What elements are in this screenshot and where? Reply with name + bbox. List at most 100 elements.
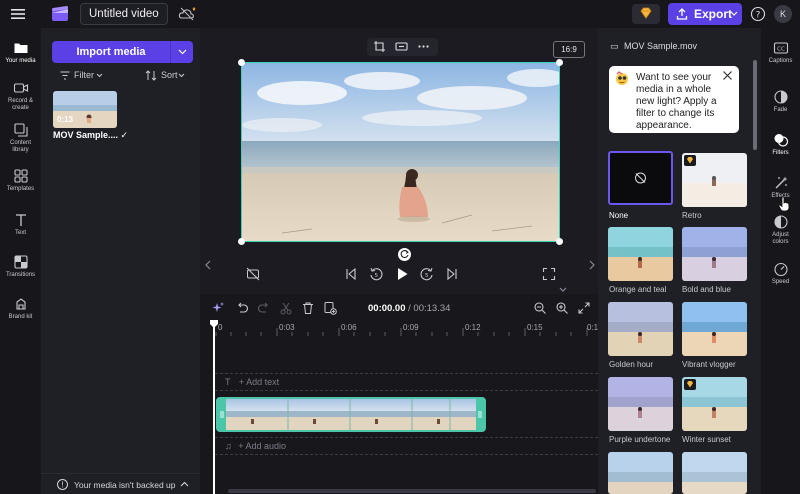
rail-content-library[interactable]: Content library xyxy=(0,122,41,154)
folder-icon xyxy=(13,40,29,56)
resize-handle-top-right[interactable] xyxy=(556,59,563,66)
play-icon[interactable] xyxy=(394,266,410,282)
svg-text:5: 5 xyxy=(375,273,379,279)
filter-card-orange-and-teal[interactable] xyxy=(608,227,673,281)
rail-your-media[interactable]: Your media xyxy=(0,40,41,65)
timeline-scrollbar[interactable] xyxy=(228,489,596,493)
svg-text:!: ! xyxy=(61,480,64,489)
filter-card-partial[interactable] xyxy=(682,452,747,494)
collapse-left-chevron-icon[interactable] xyxy=(203,256,213,274)
filter-label: Orange and teal xyxy=(609,285,667,294)
tool-fade[interactable]: Fade xyxy=(761,89,800,114)
svg-text:CC: CC xyxy=(777,47,785,53)
fade-icon xyxy=(773,89,789,105)
premium-diamond-icon xyxy=(684,379,696,390)
filter-card-winter-sunset[interactable] xyxy=(682,377,747,431)
playhead[interactable] xyxy=(213,320,215,494)
sort-button[interactable]: Sort xyxy=(145,69,191,83)
import-media-label: Import media xyxy=(76,46,146,58)
add-text-label: + Add text xyxy=(238,377,280,387)
rail-label: Brand kit xyxy=(8,314,33,320)
media-duration-badge: 0:13 xyxy=(57,115,74,124)
import-options-chevron-icon[interactable] xyxy=(170,41,193,63)
playback-controls: 5 5 xyxy=(240,264,560,284)
fullscreen-icon[interactable] xyxy=(542,267,556,281)
media-item-name[interactable]: MOV Sample.... ✓ xyxy=(53,130,133,141)
collapse-right-chevron-icon[interactable] xyxy=(587,256,597,274)
help-icon[interactable]: ? xyxy=(750,6,766,22)
no-captions-icon[interactable] xyxy=(246,267,260,281)
checkmark-icon: ✓ xyxy=(120,130,129,140)
rail-transitions[interactable]: Transitions xyxy=(0,254,41,279)
ruler-tick-label: 0:03 xyxy=(279,323,295,332)
rail-text[interactable]: Text xyxy=(0,212,41,237)
more-options-icon[interactable] xyxy=(417,40,430,53)
rotate-handle-icon[interactable] xyxy=(398,248,411,261)
tip-emoji-icon xyxy=(614,70,630,86)
tool-adjust-colors[interactable]: Adjust colors xyxy=(761,214,800,246)
export-button[interactable]: Export xyxy=(668,3,742,25)
resize-handle-bottom-left[interactable] xyxy=(238,238,245,245)
camera-icon xyxy=(13,80,29,96)
audio-track[interactable]: ♫ + Add audio xyxy=(215,437,598,455)
magic-sparkle-icon[interactable] xyxy=(211,301,225,315)
project-title-input[interactable]: Untitled video xyxy=(80,3,168,25)
tool-speed[interactable]: Speed xyxy=(761,261,800,286)
music-note-icon: ♫ xyxy=(225,441,232,451)
playhead-handle[interactable] xyxy=(209,319,219,329)
add-media-icon[interactable] xyxy=(323,301,337,315)
zoom-out-icon[interactable] xyxy=(533,301,547,315)
forward-5-icon[interactable]: 5 xyxy=(419,266,435,282)
properties-scrollbar[interactable] xyxy=(753,60,757,150)
resize-handle-top-left[interactable] xyxy=(238,59,245,66)
svg-text:5: 5 xyxy=(425,273,429,279)
hamburger-menu-icon[interactable] xyxy=(10,6,28,22)
filter-card-purple-undertone[interactable] xyxy=(608,377,673,431)
import-media-button[interactable]: Import media xyxy=(52,41,193,63)
tool-captions[interactable]: CC Captions xyxy=(761,40,800,65)
collapse-timeline-chevron-icon[interactable] xyxy=(556,285,570,294)
video-clip[interactable] xyxy=(216,397,486,432)
cut-scissors-icon[interactable] xyxy=(279,301,293,315)
rail-label: Content library xyxy=(9,140,31,153)
filter-card-golden-hour[interactable] xyxy=(608,302,673,356)
backup-status-bar[interactable]: ! Your media isn't backed up xyxy=(41,473,200,494)
svg-text:?: ? xyxy=(756,10,761,20)
filter-label: Filter xyxy=(74,70,94,80)
filter-card-vibrant-vlogger[interactable] xyxy=(682,302,747,356)
zoom-in-icon[interactable] xyxy=(555,301,569,315)
resize-handle-bottom-right[interactable] xyxy=(556,238,563,245)
rewind-5-icon[interactable]: 5 xyxy=(368,266,384,282)
delete-trash-icon[interactable] xyxy=(301,301,315,315)
cloud-off-icon[interactable] xyxy=(178,6,196,22)
filter-label: Bold and blue xyxy=(682,285,731,294)
add-audio-label: + Add audio xyxy=(238,441,287,451)
close-icon[interactable] xyxy=(722,70,733,81)
tool-filters[interactable]: Filters xyxy=(761,132,800,157)
filter-card-none[interactable] xyxy=(608,151,673,205)
undo-icon[interactable] xyxy=(235,301,249,315)
brand-icon xyxy=(13,296,29,312)
aspect-ratio-button[interactable]: 16:9 xyxy=(553,41,585,58)
video-preview-canvas[interactable] xyxy=(241,62,560,242)
rail-templates[interactable]: Templates xyxy=(0,168,41,193)
user-avatar[interactable]: K xyxy=(774,5,792,23)
skip-forward-icon[interactable] xyxy=(445,267,459,281)
filter-button[interactable]: Filter xyxy=(60,69,110,83)
properties-header: ▭ MOV Sample.mov xyxy=(610,41,697,52)
filter-label: Vibrant vlogger xyxy=(682,360,736,369)
filter-label: Purple undertone xyxy=(609,435,671,444)
filter-card-retro[interactable] xyxy=(682,153,747,207)
redo-icon[interactable] xyxy=(257,301,271,315)
rail-brand-kit[interactable]: Brand kit xyxy=(0,296,41,321)
fit-timeline-icon[interactable] xyxy=(577,301,591,315)
filter-card-partial[interactable] xyxy=(608,452,673,494)
timecode-display: 00:00.00 / 00:13.34 xyxy=(368,303,450,314)
premium-diamond-button[interactable] xyxy=(632,4,660,24)
rail-record-create[interactable]: Record & create xyxy=(0,80,41,112)
fit-icon[interactable] xyxy=(395,40,408,53)
skip-back-icon[interactable] xyxy=(344,267,358,281)
crop-icon[interactable] xyxy=(373,40,386,53)
text-track[interactable]: T + Add text xyxy=(215,373,598,391)
filter-card-bold-and-blue[interactable] xyxy=(682,227,747,281)
